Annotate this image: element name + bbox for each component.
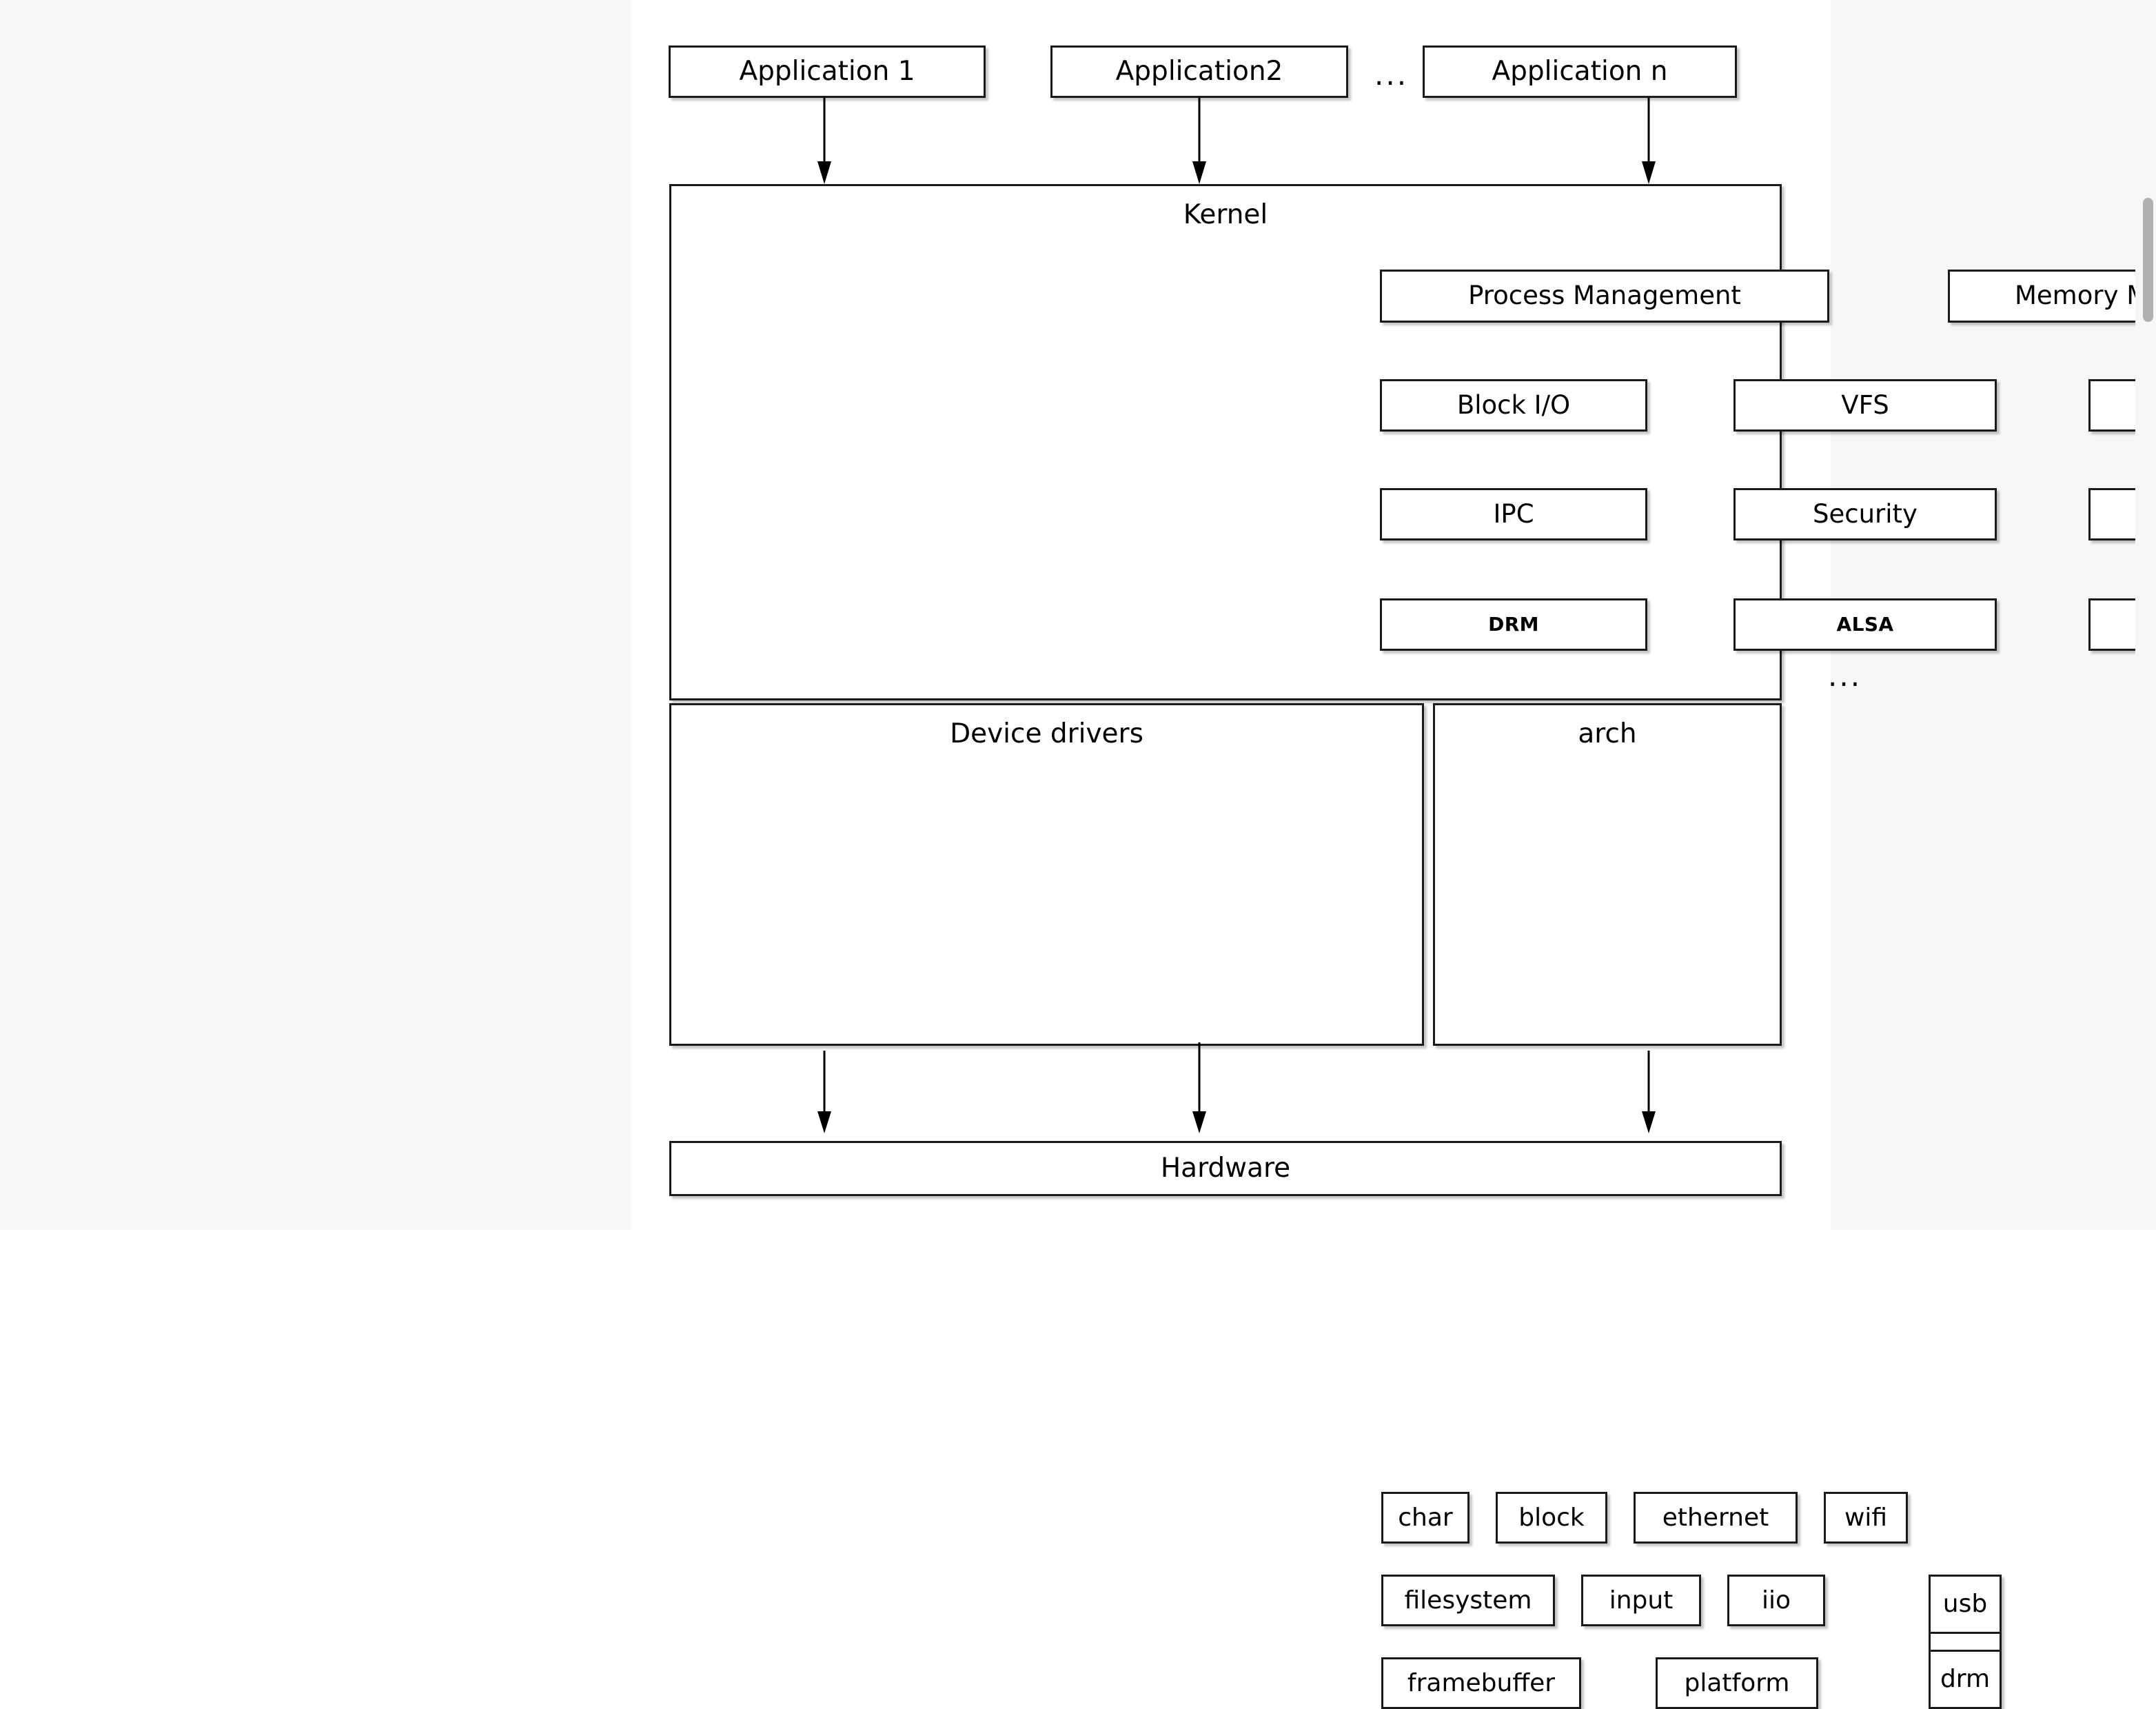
application-label-2: Application2 (1115, 55, 1283, 87)
driver-box-filesystem: filesystem (1381, 1575, 1555, 1626)
arrow-drivers-left-to-hardware (817, 1051, 831, 1133)
driver-stack-cell-drm: drm (1931, 1650, 2000, 1707)
kernel-box-alsa: ALSA (1733, 598, 1997, 651)
driver-label: framebuffer (1407, 1668, 1556, 1697)
driver-label: iio (1761, 1586, 1791, 1615)
driver-stack-cell-usb: usb (1931, 1577, 2000, 1632)
driver-label: block (1518, 1503, 1585, 1532)
driver-label: platform (1684, 1668, 1790, 1697)
vertical-scrollbar-thumb[interactable] (2143, 198, 2153, 322)
kernel-box-label: Process Management (1468, 281, 1741, 311)
hardware-label: Hardware (1160, 1152, 1291, 1184)
arch-container: arch machine 1 machine 2 ... (1433, 703, 1782, 1046)
applications-ellipsis: ... (1374, 58, 1409, 92)
driver-label: input (1609, 1586, 1674, 1615)
kernel-ellipsis: ... (1828, 659, 1862, 693)
driver-label: usb (1942, 1590, 1988, 1619)
kernel-box-label: IPC (1493, 498, 1534, 529)
kernel-box-label: ALSA (1836, 613, 1894, 636)
kernel-container: Kernel Process Management Memory Managem… (669, 184, 2156, 700)
device-drivers-container: Device drivers char block ethernet wifi … (669, 703, 2002, 1709)
driver-box-block: block (1496, 1492, 1607, 1544)
kernel-box-drm: DRM (1380, 598, 1647, 651)
driver-label: drm (1940, 1665, 1991, 1694)
driver-box-ethernet: ethernet (1634, 1492, 1798, 1544)
application-box-1: Application 1 (669, 45, 986, 98)
driver-stack-cell-spacer (1931, 1632, 2000, 1650)
driver-box-wifi: wifi (1824, 1492, 1908, 1544)
arrow-drivers-right-to-hardware (1192, 1042, 1206, 1133)
driver-label: ethernet (1662, 1503, 1769, 1532)
document-canvas: Application 1 Application2 ... Applicati… (631, 0, 2156, 1709)
driver-box-iio: iio (1727, 1575, 1825, 1626)
hardware-box: Hardware (669, 1141, 1782, 1196)
kernel-box-memory-management: Memory Management (1948, 270, 2156, 323)
kernel-box-label: DRM (1488, 613, 1539, 636)
kernel-title: Kernel (1183, 199, 1268, 230)
driver-box-framebuffer: framebuffer (1381, 1657, 1581, 1709)
kernel-box-label: Block I/O (1456, 390, 1571, 420)
driver-box-char: char (1381, 1492, 1469, 1544)
driver-box-platform: platform (1656, 1657, 1818, 1709)
diagram-page: Application 1 Application2 ... Applicati… (0, 0, 2156, 1709)
arrow-arch-to-hardware (1642, 1051, 1656, 1133)
kernel-box-vfs: VFS (1733, 379, 1997, 432)
kernel-box-label: VFS (1841, 390, 1889, 420)
application-label-3: Application n (1492, 55, 1668, 87)
driver-label: filesystem (1404, 1586, 1532, 1615)
driver-box-input: input (1581, 1575, 1701, 1626)
driver-stack-usb-drm: usb drm (1929, 1575, 2002, 1709)
driver-label: char (1398, 1503, 1453, 1532)
kernel-box-process-management: Process Management (1380, 270, 1829, 323)
application-label-1: Application 1 (739, 55, 915, 87)
application-box-2: Application2 (1050, 45, 1348, 98)
application-box-3: Application n (1423, 45, 1737, 98)
device-drivers-title: Device drivers (950, 718, 1143, 749)
arrow-app2-to-kernel (1192, 98, 1206, 184)
vertical-scrollbar-track[interactable] (2135, 0, 2156, 1230)
kernel-box-ipc: IPC (1380, 488, 1647, 540)
driver-label: wifi (1844, 1503, 1888, 1532)
arrow-app1-to-kernel (817, 98, 831, 184)
kernel-box-block-io: Block I/O (1380, 379, 1647, 432)
arch-title: arch (1578, 718, 1637, 749)
kernel-box-security: Security (1733, 488, 1997, 540)
arrow-appn-to-kernel (1642, 98, 1656, 184)
kernel-box-label: Security (1813, 498, 1918, 529)
